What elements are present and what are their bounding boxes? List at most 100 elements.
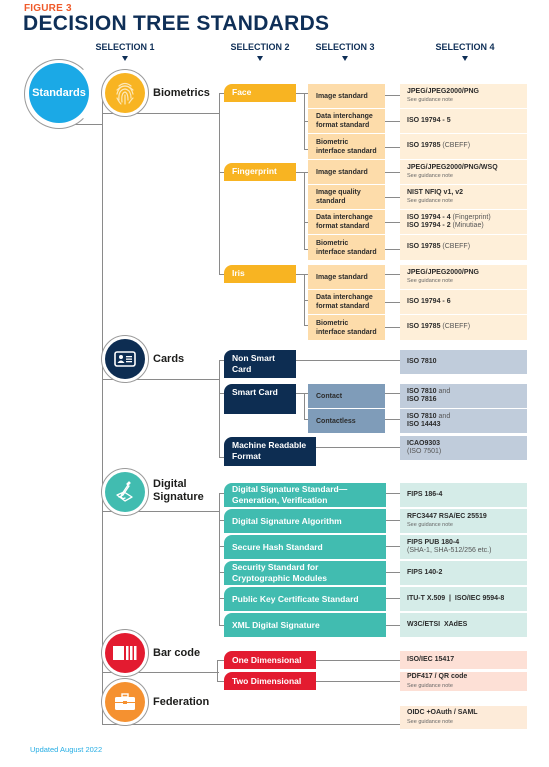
- connector-main-trunk: [102, 86, 103, 725]
- fingerprint-biometric-interface-result: ISO 19785 (CBEFF): [400, 235, 527, 260]
- face-image-standard[interactable]: Image standard: [308, 84, 385, 108]
- page-title: DECISION TREE STANDARDS: [23, 12, 330, 35]
- s4-main: JPEG/JPEG2000/PNG/WSQ: [407, 163, 498, 171]
- connector: [316, 447, 400, 448]
- s3-label: Image standard: [316, 92, 368, 100]
- cards-node[interactable]: [105, 339, 145, 379]
- option-digital-signature-standard[interactable]: Digital Signature Standard—Generation, V…: [224, 483, 386, 507]
- root-label: Standards: [32, 87, 86, 99]
- option-public-key-certificate-standard[interactable]: Public Key Certificate Standard: [224, 587, 386, 611]
- s4-light: and: [438, 412, 451, 420]
- face-data-interchange[interactable]: Data interchange format standard: [308, 109, 385, 133]
- option-one-dimensional[interactable]: One Dimensional: [224, 651, 316, 669]
- s4-light: and: [438, 387, 451, 395]
- s4-main: ISO 19794 - 6: [407, 297, 451, 305]
- s4-light: (Minutiae): [452, 222, 484, 229]
- smart-card-contact[interactable]: Contact: [308, 384, 385, 408]
- s3-label: Biometric interface standard: [316, 319, 377, 336]
- arrow-down-icon: [122, 56, 128, 61]
- iris-biometric-interface[interactable]: Biometric interface standard: [308, 315, 385, 340]
- face-biometric-interface[interactable]: Biometric interface standard: [308, 134, 385, 159]
- xml-dsig-result: W3C/ETSI XAdES: [400, 613, 527, 637]
- connector: [385, 197, 400, 198]
- fingerprint-biometric-interface[interactable]: Biometric interface standard: [308, 235, 385, 260]
- connector: [296, 393, 308, 394]
- option-face[interactable]: Face: [224, 84, 296, 102]
- id-card-icon: [114, 351, 136, 367]
- s4-main: FIPS 186-4: [407, 490, 443, 498]
- connector: [385, 419, 400, 420]
- option-non-smart-card[interactable]: Non Smart Card: [224, 350, 296, 378]
- two-dimensional-result: PDF417 / QR code See guidance note: [400, 672, 527, 691]
- s4-main: NIST NFIQ v1, v2: [407, 188, 464, 196]
- selection-2-header: SELECTION 2: [230, 42, 290, 52]
- s4-light: (SHA-1, SHA-512/256 etc.): [407, 547, 492, 554]
- option-machine-readable-format[interactable]: Machine Readable Format: [224, 437, 316, 466]
- fingerprint-image-quality[interactable]: Image quality standard: [308, 185, 385, 209]
- one-dimensional-result: ISO/IEC 15417: [400, 651, 527, 669]
- s4-light: (CBEFF): [442, 142, 471, 150]
- option-two-dimensional[interactable]: Two Dimensional: [224, 672, 316, 690]
- selection-4-header: SELECTION 4: [435, 42, 495, 52]
- federation-node[interactable]: [105, 682, 145, 722]
- connector: [296, 172, 308, 173]
- pki-result: ITU-T X.509 | ISO/IEC 9594-8: [400, 587, 527, 611]
- connector: [385, 95, 400, 96]
- s4-main: W3C/ETSI XAdES: [407, 620, 468, 628]
- connector: [217, 660, 224, 661]
- option-fingerprint[interactable]: Fingerprint: [224, 163, 296, 181]
- barcode-node[interactable]: [105, 633, 145, 673]
- digital-signature-label: Digital Signature: [153, 478, 204, 503]
- digital-signature-node[interactable]: [105, 472, 145, 512]
- briefcase-icon: [115, 693, 135, 710]
- biometrics-node[interactable]: [105, 73, 145, 113]
- option-smart-card[interactable]: Smart Card: [224, 384, 296, 414]
- crypto-modules-result: FIPS 140-2: [400, 561, 527, 585]
- federation-label: Federation: [153, 696, 210, 708]
- connector: [385, 302, 400, 303]
- iris-data-interchange[interactable]: Data interchange format standard: [308, 290, 385, 314]
- s2-label: Digital Signature Standard—Generation, V…: [232, 484, 348, 505]
- s3-label: Image standard: [316, 273, 368, 281]
- iris-biometric-interface-result: ISO 19785 (CBEFF): [400, 315, 527, 340]
- s2-label: Public Key Certificate Standard: [232, 593, 359, 604]
- fingerprint-image-standard-result: JPEG/JPEG2000/PNG/WSQ See guidance note: [400, 160, 527, 184]
- s3-label: Contactless: [316, 417, 356, 425]
- s4-main: ITU-T X.509 | ISO/IEC 9594-8: [407, 594, 505, 602]
- smart-card-contactless[interactable]: Contactless: [308, 409, 385, 433]
- connector: [385, 172, 400, 173]
- s4-light: (CBEFF): [442, 243, 471, 251]
- fingerprint-data-interchange[interactable]: Data interchange format standard: [308, 210, 385, 234]
- s3-label: Biometric interface standard: [316, 239, 377, 256]
- dss-result: FIPS 186-4: [400, 483, 527, 507]
- connector: [316, 681, 400, 682]
- root-node[interactable]: Standards: [29, 63, 89, 123]
- fingerprint-image-standard[interactable]: Image standard: [308, 160, 385, 184]
- face-biometric-interface-result: ISO 19785 (CBEFF): [400, 134, 527, 159]
- connector: [386, 598, 400, 599]
- selection-3-header: SELECTION 3: [315, 42, 375, 52]
- updated-date: Updated August 2022: [30, 745, 103, 754]
- connector: [296, 93, 308, 94]
- s2-label: XML Digital Signature: [232, 619, 320, 630]
- s4-main: ISO 7816: [407, 396, 437, 403]
- federation-result: OIDC +OAuth / SAML See guidance note: [400, 706, 527, 729]
- connector: [296, 360, 400, 361]
- option-secure-hash-standard[interactable]: Secure Hash Standard: [224, 535, 386, 559]
- shs-result: FIPS PUB 180-4 (SHA-1, SHA-512/256 etc.): [400, 535, 527, 559]
- connector: [385, 121, 400, 122]
- contactless-result: ISO 7810 and ISO 14443: [400, 409, 527, 433]
- option-security-standard-crypto-modules[interactable]: Security Standard for Cryptographic Modu…: [224, 561, 386, 585]
- guidance-note: See guidance note: [407, 173, 453, 180]
- guidance-note: See guidance note: [407, 522, 453, 529]
- s4-main: JPEG/JPEG2000/PNG: [407, 87, 479, 95]
- connector: [386, 572, 400, 573]
- fingerprint-icon: [116, 82, 134, 105]
- option-iris[interactable]: Iris: [224, 265, 296, 283]
- option-digital-signature-algorithm[interactable]: Digital Signature Algorithm: [224, 509, 386, 533]
- option-xml-digital-signature[interactable]: XML Digital Signature: [224, 613, 386, 637]
- iris-image-standard[interactable]: Image standard: [308, 265, 385, 289]
- s4-main: ISO 7810: [407, 357, 437, 365]
- selection-1-header: SELECTION 1: [95, 42, 155, 52]
- s4-main: ISO 19785: [407, 142, 441, 150]
